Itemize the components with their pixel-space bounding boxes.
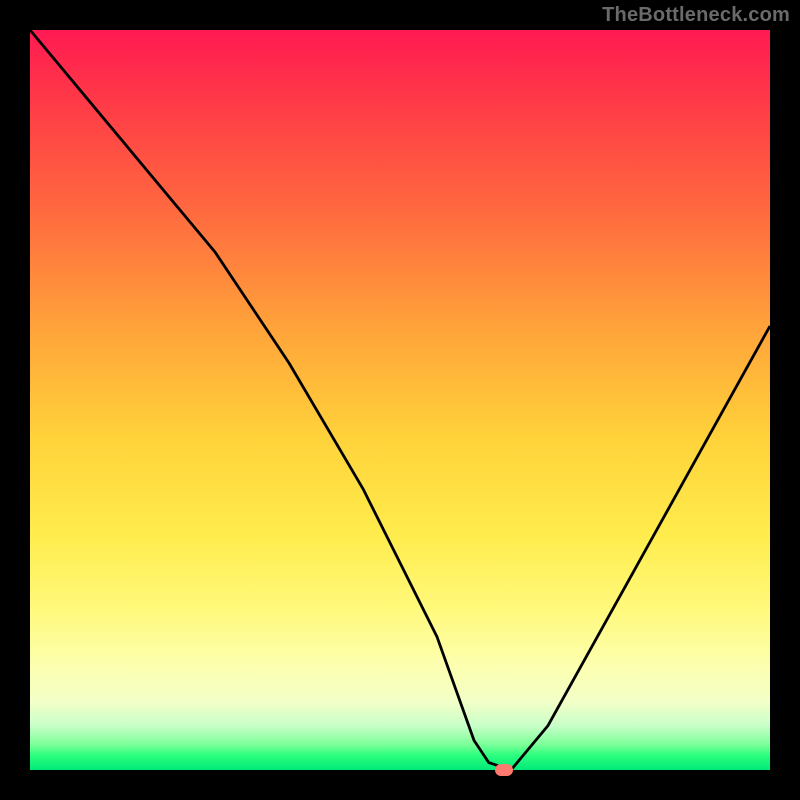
bottleneck-curve	[30, 30, 770, 770]
chart-frame: TheBottleneck.com	[0, 0, 800, 800]
current-config-marker	[495, 764, 513, 776]
curve-path	[30, 30, 770, 770]
plot-area	[30, 30, 770, 770]
watermark-text: TheBottleneck.com	[602, 4, 790, 27]
